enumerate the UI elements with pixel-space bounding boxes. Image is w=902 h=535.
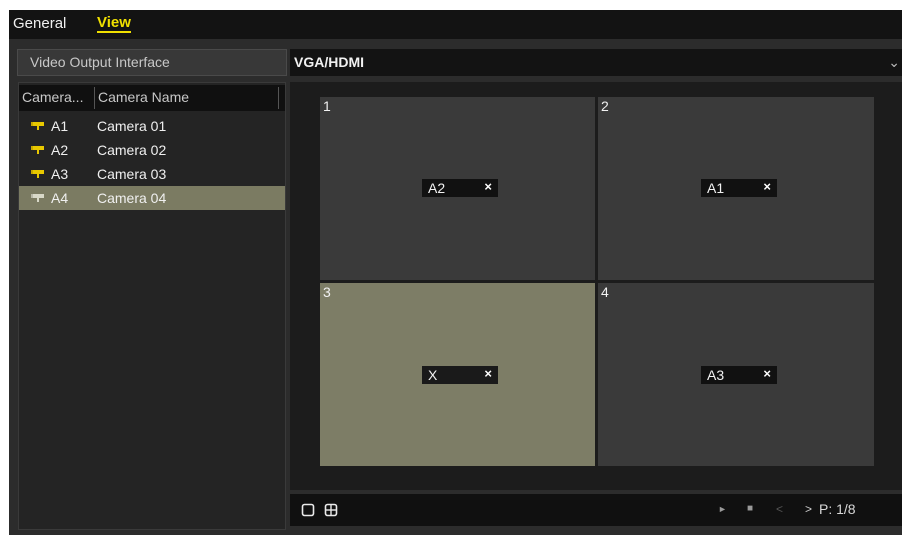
video-output-interface-label: Video Output Interface — [17, 49, 287, 76]
assigned-camera-tag: A3 × — [701, 366, 777, 384]
camera-row-a2[interactable]: A2 Camera 02 — [19, 138, 285, 162]
assigned-camera-tag: X × — [422, 366, 498, 384]
view-window-1[interactable]: 1 A2 × — [320, 97, 595, 280]
video-output-interface-select[interactable]: VGA/HDMI ⌄ — [290, 49, 902, 76]
camera-id: A2 — [51, 142, 69, 158]
assigned-camera-label: A2 — [428, 180, 446, 196]
camera-row-a1[interactable]: A1 Camera 01 — [19, 114, 285, 138]
window-number: 3 — [323, 284, 331, 300]
camera-icon — [31, 122, 44, 130]
quad-screen-layout-icon[interactable] — [324, 503, 338, 517]
remove-icon[interactable]: × — [763, 178, 771, 196]
tab-bar: General View — [9, 10, 902, 39]
video-output-interface-value: VGA/HDMI — [294, 54, 364, 70]
camera-name: Camera 03 — [97, 166, 167, 182]
column-header-camera-name[interactable]: Camera Name — [98, 89, 189, 105]
assigned-camera-label: A1 — [707, 180, 725, 196]
play-icon[interactable]: ► — [718, 504, 727, 514]
chevron-down-icon[interactable]: ⌄ — [888, 49, 900, 76]
assigned-camera-tag: A1 × — [701, 179, 777, 197]
tab-general[interactable]: General — [13, 15, 66, 32]
live-view-layout: 1 A2 × 2 A1 × 3 X × 4 A3 × — [290, 82, 902, 490]
view-window-3[interactable]: 3 X × — [320, 283, 595, 466]
layout-toolbar: ► ■ < > P: 1/8 — [290, 494, 902, 526]
camera-icon — [31, 146, 44, 154]
camera-list-header: Camera... Camera Name — [19, 85, 285, 111]
next-page-icon[interactable]: > — [805, 502, 812, 516]
camera-name: Camera 02 — [97, 142, 167, 158]
assigned-camera-label: X — [428, 367, 438, 383]
camera-id: A3 — [51, 166, 69, 182]
column-divider[interactable] — [278, 87, 279, 109]
window-number: 4 — [601, 284, 609, 300]
tab-view[interactable]: View — [97, 15, 131, 33]
column-header-camera[interactable]: Camera... — [22, 89, 83, 105]
previous-page-icon[interactable]: < — [776, 502, 783, 516]
assigned-camera-label: A3 — [707, 367, 725, 383]
stop-icon[interactable]: ■ — [747, 503, 753, 514]
camera-id: A1 — [51, 118, 69, 134]
camera-name: Camera 01 — [97, 118, 167, 134]
window-number: 1 — [323, 98, 331, 114]
view-settings-panel: Video Output Interface VGA/HDMI ⌄ Camera… — [9, 39, 902, 535]
remove-icon[interactable]: × — [763, 365, 771, 383]
assigned-camera-tag: A2 × — [422, 179, 498, 197]
camera-icon — [31, 170, 44, 178]
view-window-2[interactable]: 2 A1 × — [598, 97, 874, 280]
window: General View Video Output Interface VGA/… — [0, 0, 902, 535]
camera-name: Camera 04 — [97, 190, 167, 206]
view-window-4[interactable]: 4 A3 × — [598, 283, 874, 466]
column-divider[interactable] — [94, 87, 95, 109]
remove-icon[interactable]: × — [484, 178, 492, 196]
remove-icon[interactable]: × — [484, 365, 492, 383]
camera-id: A4 — [51, 190, 69, 206]
single-screen-layout-icon[interactable] — [301, 503, 315, 517]
window-number: 2 — [601, 98, 609, 114]
page-indicator: P: 1/8 — [819, 501, 856, 517]
camera-row-a3[interactable]: A3 Camera 03 — [19, 162, 285, 186]
camera-row-a4[interactable]: A4 Camera 04 — [19, 186, 285, 210]
camera-list: Camera... Camera Name A1 Camera 01 A2 Ca… — [18, 82, 286, 530]
camera-icon — [31, 194, 44, 202]
